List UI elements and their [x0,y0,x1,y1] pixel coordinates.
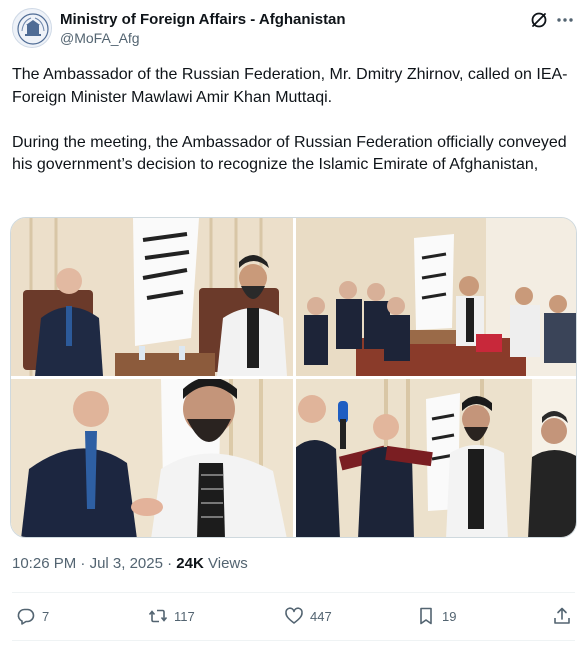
meta-separator: · [80,555,86,572]
divider [12,640,575,641]
reply-count: 7 [42,608,50,624]
photo-3[interactable] [11,379,293,537]
tweet-date[interactable]: Jul 3, 2025 [90,555,163,572]
like-icon [285,607,303,624]
reply-icon [17,608,35,625]
author-handle[interactable]: @MoFA_Afg [60,30,140,46]
photo-4[interactable] [296,379,576,537]
photo-1[interactable] [11,218,293,376]
like-count: 447 [310,608,332,624]
action-bar: 7 117 447 19 [12,604,575,628]
media-grid [10,217,577,538]
photo-2[interactable] [296,218,576,376]
views-count: 24K [176,555,204,572]
share-icon [554,607,570,624]
repost-count: 117 [174,608,195,624]
divider [12,592,575,593]
tweet-paragraph: During the meeting, the Ambassador of Ru… [12,133,567,174]
bookmark-icon [420,607,432,625]
tweet-meta: 10:26 PM · Jul 3, 2025 · 24K Views [12,555,248,572]
like-button[interactable]: 447 [284,604,332,628]
share-button[interactable] [552,604,572,628]
tweet-paragraph: The Ambassador of the Russian Federation… [12,66,568,106]
avatar[interactable] [12,8,52,48]
tweet-time[interactable]: 10:26 PM [12,555,76,572]
author-name[interactable]: Ministry of Foreign Affairs - Afghanista… [60,11,346,28]
bookmark-button[interactable]: 19 [416,604,456,628]
tweet-header: Ministry of Foreign Affairs - Afghanista… [12,8,575,48]
emblem-icon [13,9,51,47]
tweet-text: The Ambassador of the Russian Federation… [12,64,578,177]
reply-button[interactable]: 7 [16,604,49,628]
meta-separator: · [167,555,173,572]
views-label: Views [208,555,248,572]
grok-icon[interactable] [529,10,549,30]
bookmark-count: 19 [442,608,457,624]
repost-icon [148,609,168,623]
more-icon[interactable] [555,10,575,30]
repost-button[interactable]: 117 [148,604,195,628]
